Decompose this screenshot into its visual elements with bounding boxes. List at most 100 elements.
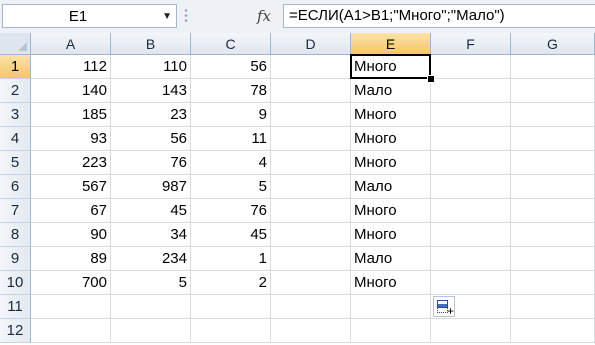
row-header-11[interactable]: 11	[0, 295, 31, 319]
cell-g5[interactable]	[511, 151, 595, 175]
cell-d10[interactable]	[271, 271, 351, 295]
column-header-a[interactable]: A	[31, 33, 111, 55]
cell-d8[interactable]	[271, 223, 351, 247]
cell-g10[interactable]	[511, 271, 595, 295]
select-all-button[interactable]	[0, 33, 31, 55]
paste-options-button[interactable]: +	[433, 296, 455, 317]
splitter-handle[interactable]	[184, 8, 188, 24]
cell-a9[interactable]: 89	[31, 247, 111, 271]
cell-g1[interactable]	[511, 55, 595, 79]
cell-a6[interactable]: 567	[31, 175, 111, 199]
cell-c7[interactable]: 76	[191, 199, 271, 223]
cell-g8[interactable]	[511, 223, 595, 247]
cell-f4[interactable]	[431, 127, 511, 151]
cell-g6[interactable]	[511, 175, 595, 199]
cell-e12[interactable]	[351, 319, 431, 343]
cell-b6[interactable]: 987	[111, 175, 191, 199]
row-header-10[interactable]: 10	[0, 271, 31, 295]
cell-b11[interactable]	[111, 295, 191, 319]
cell-d9[interactable]	[271, 247, 351, 271]
column-header-b[interactable]: B	[111, 33, 191, 55]
cell-f12[interactable]	[431, 319, 511, 343]
cell-c5[interactable]: 4	[191, 151, 271, 175]
cell-b7[interactable]: 45	[111, 199, 191, 223]
cell-a2[interactable]: 140	[31, 79, 111, 103]
cell-c8[interactable]: 45	[191, 223, 271, 247]
cell-b4[interactable]: 56	[111, 127, 191, 151]
cell-f6[interactable]	[431, 175, 511, 199]
cell-d1[interactable]	[271, 55, 351, 79]
cell-b9[interactable]: 234	[111, 247, 191, 271]
cell-e2[interactable]: Мало	[351, 79, 431, 103]
column-header-f[interactable]: F	[431, 33, 511, 55]
cell-d4[interactable]	[271, 127, 351, 151]
cell-f10[interactable]	[431, 271, 511, 295]
name-box[interactable]: E1 ▼	[2, 4, 177, 28]
cell-f8[interactable]	[431, 223, 511, 247]
cell-g2[interactable]	[511, 79, 595, 103]
cell-c12[interactable]	[191, 319, 271, 343]
cell-c4[interactable]: 11	[191, 127, 271, 151]
column-header-d[interactable]: D	[271, 33, 351, 55]
cell-g4[interactable]	[511, 127, 595, 151]
cell-e11[interactable]	[351, 295, 431, 319]
fx-icon[interactable]: fx	[252, 5, 276, 27]
cell-e3[interactable]: Много	[351, 103, 431, 127]
cell-e9[interactable]: Мало	[351, 247, 431, 271]
cell-g12[interactable]	[511, 319, 595, 343]
cell-g7[interactable]	[511, 199, 595, 223]
cell-b2[interactable]: 143	[111, 79, 191, 103]
cell-e6[interactable]: Мало	[351, 175, 431, 199]
chevron-down-icon[interactable]: ▼	[162, 5, 172, 29]
cell-f1[interactable]	[431, 55, 511, 79]
cell-b10[interactable]: 5	[111, 271, 191, 295]
cell-g3[interactable]	[511, 103, 595, 127]
row-header-2[interactable]: 2	[0, 79, 31, 103]
row-header-9[interactable]: 9	[0, 247, 31, 271]
cell-g9[interactable]	[511, 247, 595, 271]
cell-d3[interactable]	[271, 103, 351, 127]
cell-f5[interactable]	[431, 151, 511, 175]
cell-d6[interactable]	[271, 175, 351, 199]
formula-input[interactable]: =ЕСЛИ(A1>B1;"Много";"Мало")	[283, 4, 595, 28]
cell-f9[interactable]	[431, 247, 511, 271]
cell-b1[interactable]: 110	[111, 55, 191, 79]
column-header-e[interactable]: E	[351, 33, 431, 55]
row-header-5[interactable]: 5	[0, 151, 31, 175]
cell-f3[interactable]	[431, 103, 511, 127]
cell-a7[interactable]: 67	[31, 199, 111, 223]
cell-c11[interactable]	[191, 295, 271, 319]
cell-d7[interactable]	[271, 199, 351, 223]
cell-e7[interactable]: Много	[351, 199, 431, 223]
cell-d12[interactable]	[271, 319, 351, 343]
cell-c2[interactable]: 78	[191, 79, 271, 103]
cell-a1[interactable]: 112	[31, 55, 111, 79]
row-header-4[interactable]: 4	[0, 127, 31, 151]
row-header-8[interactable]: 8	[0, 223, 31, 247]
cell-c10[interactable]: 2	[191, 271, 271, 295]
cell-a12[interactable]	[31, 319, 111, 343]
cell-b8[interactable]: 34	[111, 223, 191, 247]
cell-e8[interactable]: Много	[351, 223, 431, 247]
column-header-c[interactable]: C	[191, 33, 271, 55]
cell-c1[interactable]: 56	[191, 55, 271, 79]
cell-a10[interactable]: 700	[31, 271, 111, 295]
cell-c9[interactable]: 1	[191, 247, 271, 271]
cell-a8[interactable]: 90	[31, 223, 111, 247]
cell-a3[interactable]: 185	[31, 103, 111, 127]
cell-e1[interactable]: Много	[351, 55, 431, 79]
cell-f7[interactable]	[431, 199, 511, 223]
cell-a4[interactable]: 93	[31, 127, 111, 151]
fill-handle[interactable]	[427, 75, 435, 83]
row-header-12[interactable]: 12	[0, 319, 31, 343]
row-header-1[interactable]: 1	[0, 55, 31, 79]
cell-e4[interactable]: Много	[351, 127, 431, 151]
cell-e10[interactable]: Много	[351, 271, 431, 295]
cell-c6[interactable]: 5	[191, 175, 271, 199]
cell-d2[interactable]	[271, 79, 351, 103]
cell-g11[interactable]	[511, 295, 595, 319]
cell-d5[interactable]	[271, 151, 351, 175]
cell-f2[interactable]	[431, 79, 511, 103]
cell-b3[interactable]: 23	[111, 103, 191, 127]
row-header-7[interactable]: 7	[0, 199, 31, 223]
